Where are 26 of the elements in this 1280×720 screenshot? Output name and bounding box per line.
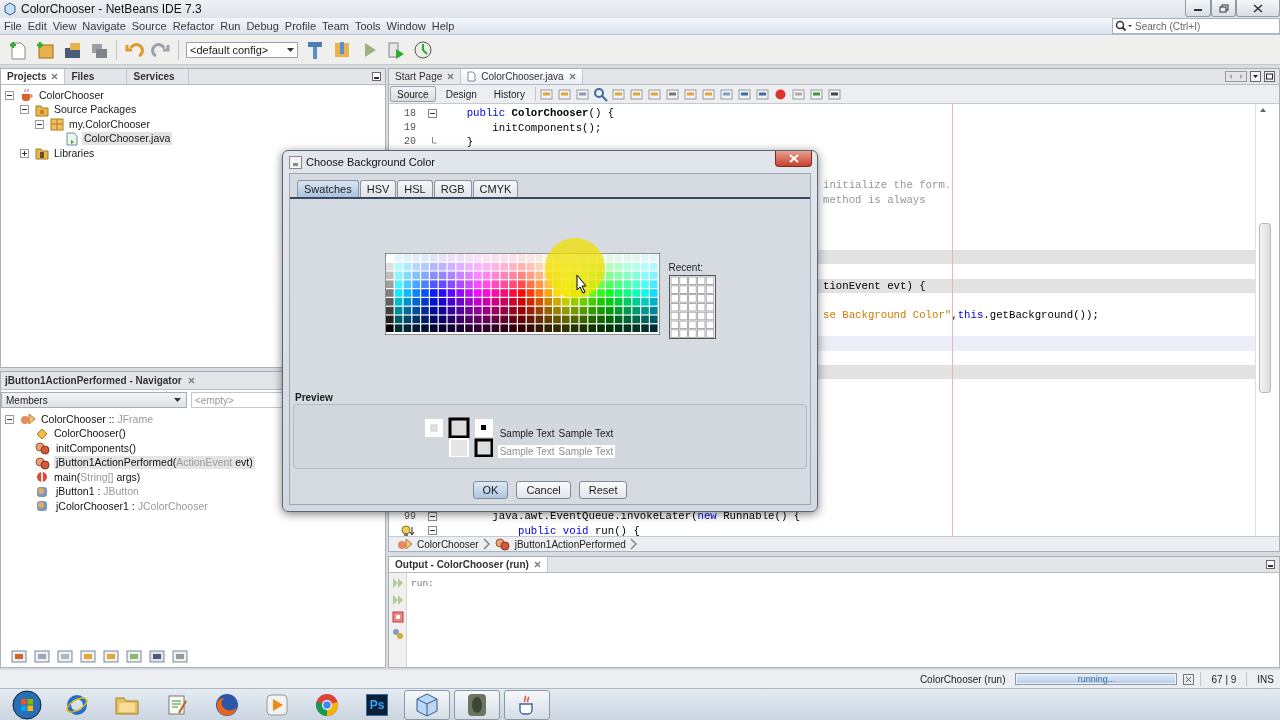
sample-text: Sample Text <box>498 427 556 440</box>
sample-text: Sample Text <box>556 445 616 458</box>
code-line: tionEvent evt) { <box>823 279 926 292</box>
output-text: run: <box>410 577 434 589</box>
preview-label: Preview <box>294 391 333 404</box>
code-line: public void run() { <box>516 524 640 536</box>
task-label: ColorChooser (run) <box>918 673 1007 685</box>
code-line: initComponents(); <box>491 121 602 134</box>
window-title: ColorChooser - NetBeans IDE 7.3 <box>21 2 202 16</box>
caret-position: 67 | 9 <box>1210 673 1238 685</box>
line-number: 99 <box>403 510 416 522</box>
insert-mode: INS <box>1256 673 1275 685</box>
sample-text: Sample Text <box>497 445 557 458</box>
panel-title: jButton1ActionPerformed - Navigator <box>5 375 182 386</box>
code-line: initialize the form. <box>823 179 952 192</box>
line-number: 19 <box>403 122 416 134</box>
progress-label: running... <box>1076 674 1117 684</box>
sample-text: Sample Text <box>557 427 615 440</box>
code-line: se Background Color",this.getBackground()); <box>823 308 1099 321</box>
dialog-title: Choose Background Color <box>306 156 436 168</box>
code-line: method is always <box>823 193 926 206</box>
code-line: public ColorChooser() { <box>465 107 615 120</box>
code-line: } <box>465 135 474 148</box>
line-number: 18 <box>403 107 416 119</box>
line-number: 20 <box>403 136 416 148</box>
recent-label: Recent: <box>668 261 704 273</box>
